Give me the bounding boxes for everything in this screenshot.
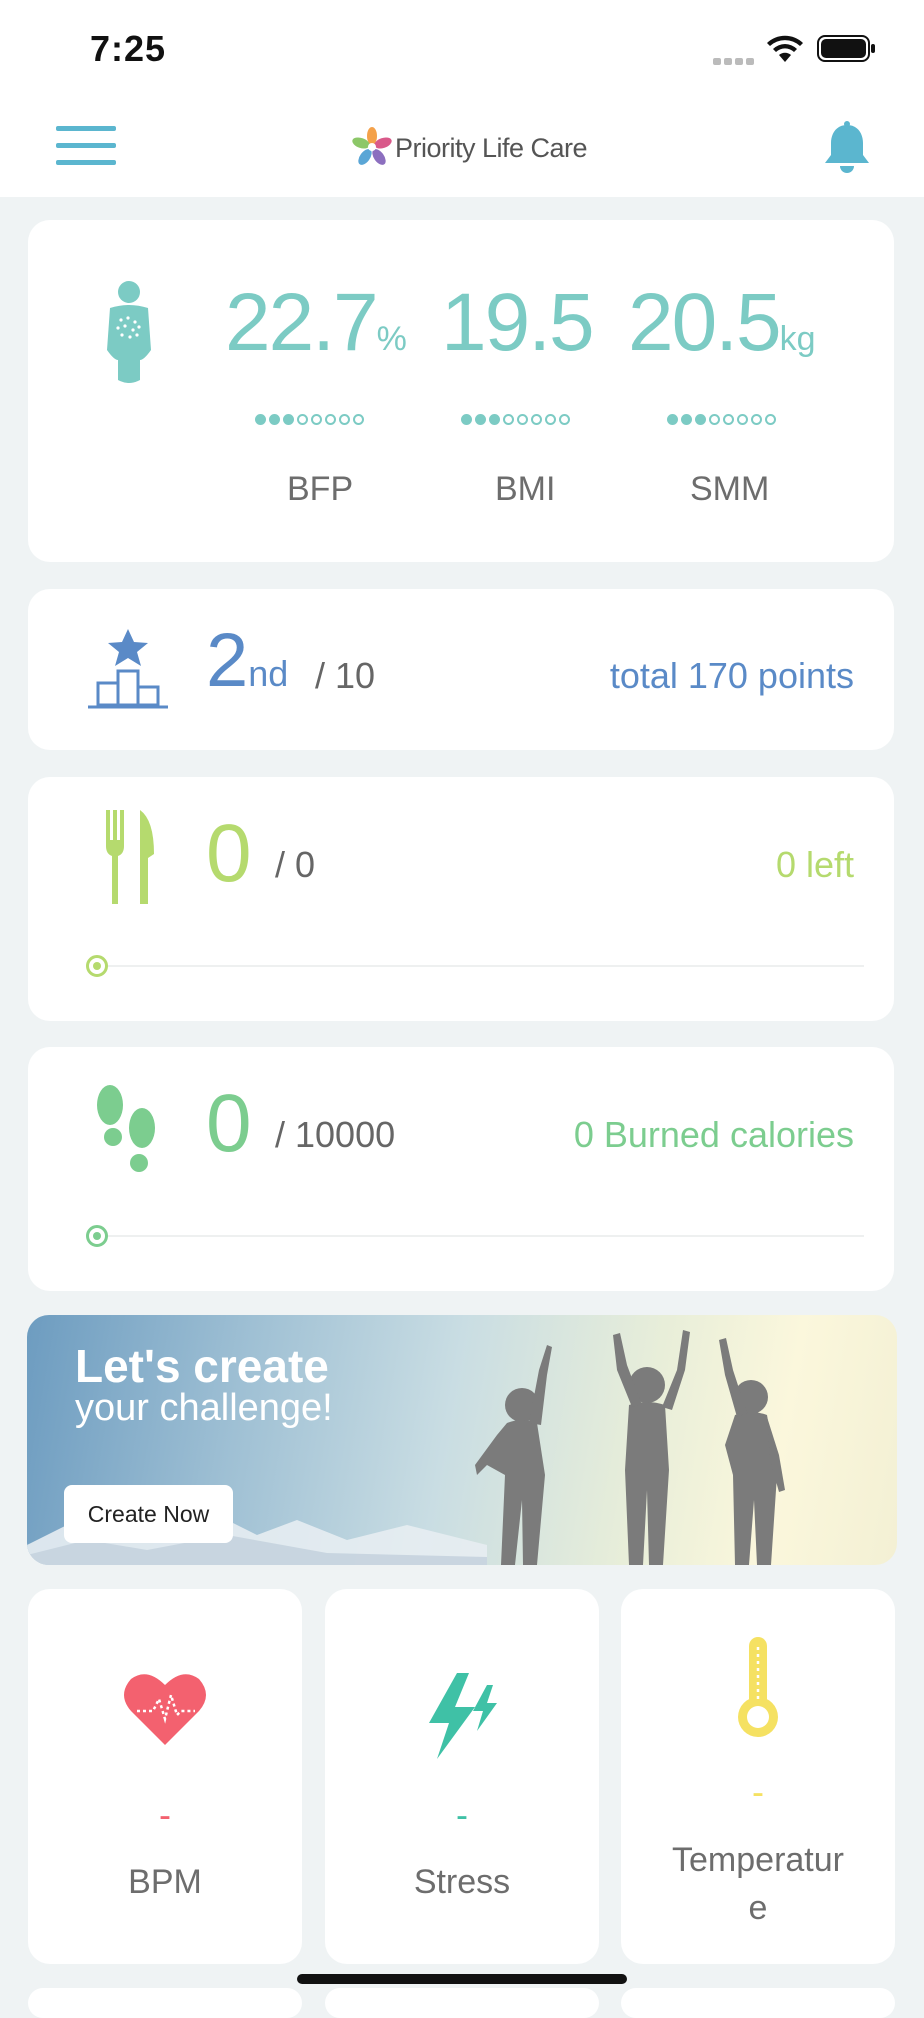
thermometer-icon: [736, 1635, 780, 1744]
create-now-button[interactable]: Create Now: [64, 1485, 233, 1543]
steps-card[interactable]: 0 / 10000 0 Burned calories: [28, 1047, 894, 1291]
bfp-unit: %: [376, 320, 407, 358]
bpm-tile[interactable]: - BPM: [28, 1589, 302, 1964]
meal-card[interactable]: 0 / 0 0 left: [28, 777, 894, 1021]
wifi-icon: [765, 34, 805, 69]
next-tile-2: [325, 1988, 599, 2018]
meal-progress-track: [88, 965, 864, 967]
menu-icon[interactable]: [56, 126, 116, 171]
bfp-label: BFP: [287, 470, 354, 508]
bpm-label: BPM: [128, 1863, 202, 1901]
bmi-value: 19.5: [441, 277, 595, 368]
steps-progress-track: [88, 1235, 864, 1237]
stress-value: -: [456, 1794, 468, 1835]
body-icon: [104, 280, 154, 391]
podium-icon: [86, 627, 170, 716]
challenge-banner[interactable]: Let's create your challenge! Create Now: [27, 1315, 897, 1565]
heart-icon: [123, 1671, 207, 1752]
stress-label: Stress: [413, 1863, 511, 1901]
lightning-icon: [419, 1671, 503, 1766]
smm-unit: kg: [779, 320, 816, 358]
people-silhouette-image: [467, 1325, 807, 1565]
bmi-label: BMI: [495, 470, 556, 508]
rank-points: total 170 points: [609, 655, 854, 696]
temperature-label-line1: Temperatur: [672, 1841, 844, 1879]
fork-knife-icon: [102, 810, 158, 909]
temperature-tile[interactable]: - Temperatur e: [621, 1589, 895, 1964]
footprints-icon: [92, 1083, 162, 1182]
rank-position: 2: [206, 618, 249, 703]
temperature-label-line2: e: [748, 1889, 768, 1927]
rank-total: / 10: [315, 655, 376, 696]
smm-label: SMM: [690, 470, 770, 508]
bpm-value: -: [159, 1794, 171, 1835]
signal-icon: [713, 53, 757, 71]
logo-flower-icon: [352, 127, 392, 172]
steps-value: 0: [206, 1078, 252, 1169]
meal-progress-marker[interactable]: [86, 955, 108, 977]
brand-name: Priority Life Care: [395, 133, 588, 163]
smm-value: 20.5: [628, 277, 782, 368]
steps-goal: / 10000: [275, 1114, 396, 1155]
temperature-value: -: [752, 1771, 764, 1812]
banner-title: Let's create: [75, 1340, 329, 1392]
bmi-level-indicator: [461, 414, 570, 425]
ranking-card[interactable]: 2nd / 10 total 170 points: [28, 589, 894, 750]
rank-suffix: nd: [248, 653, 289, 694]
meal-left: 0 left: [775, 844, 854, 885]
bfp-level-indicator: [255, 414, 364, 425]
steps-progress-marker[interactable]: [86, 1225, 108, 1247]
next-tile-1: [28, 1988, 302, 2018]
banner-subtitle: your challenge!: [75, 1387, 333, 1429]
bell-icon[interactable]: [822, 121, 872, 178]
next-tile-3: [621, 1988, 895, 2018]
bfp-value: 22.7: [225, 277, 379, 368]
battery-icon: [817, 35, 877, 68]
body-composition-card[interactable]: 22.7% 19.5 20.5kg BFP BMI SMM: [28, 220, 894, 562]
burned-calories: 0 Burned calories: [573, 1114, 854, 1155]
meal-total: / 0: [275, 844, 316, 885]
smm-level-indicator: [667, 414, 776, 425]
meal-value: 0: [206, 808, 252, 899]
status-time: 7:25: [90, 28, 167, 69]
home-indicator[interactable]: [297, 1974, 627, 1984]
stress-tile[interactable]: - Stress: [325, 1589, 599, 1964]
